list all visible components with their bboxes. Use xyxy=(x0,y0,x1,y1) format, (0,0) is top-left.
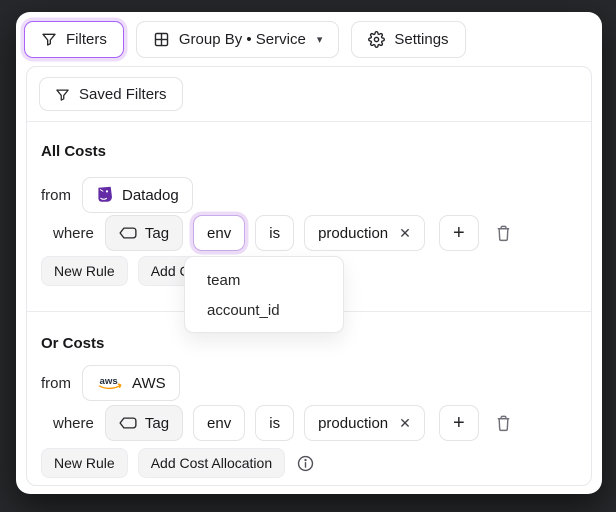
trash-icon[interactable] xyxy=(494,224,513,243)
tag-type-button[interactable]: Tag xyxy=(105,215,183,251)
provider-label: AWS xyxy=(132,375,166,392)
from-row: from aws AWS xyxy=(41,365,180,401)
from-row: from Datadog xyxy=(41,177,193,213)
add-condition-button[interactable]: + xyxy=(439,405,479,441)
add-cost-allocation-button[interactable]: Add Cost Allocation xyxy=(138,448,285,478)
tag-key-button[interactable]: env xyxy=(193,215,245,251)
tag-key-button[interactable]: env xyxy=(193,405,245,441)
divider xyxy=(27,121,591,122)
tag-value-label: production xyxy=(318,415,388,432)
filters-window: Filters Group By • Service ▾ Settings Sa… xyxy=(16,12,602,494)
gear-icon xyxy=(368,31,385,48)
toolbar: Filters Group By • Service ▾ Settings xyxy=(24,20,594,58)
operator-button[interactable]: is xyxy=(255,215,294,251)
tag-type-button[interactable]: Tag xyxy=(105,405,183,441)
tag-key-label: env xyxy=(207,225,231,242)
tag-key-label: env xyxy=(207,415,231,432)
trash-icon[interactable] xyxy=(494,414,513,433)
grid-icon xyxy=(153,31,170,48)
where-row: where Tag env is production ✕ + xyxy=(53,215,513,251)
from-label: from xyxy=(41,187,71,204)
where-label: where xyxy=(53,415,94,432)
settings-button[interactable]: Settings xyxy=(351,21,465,58)
provider-button-aws[interactable]: aws AWS xyxy=(82,365,180,401)
tag-type-label: Tag xyxy=(145,415,169,432)
from-label: from xyxy=(41,375,71,392)
filters-button[interactable]: Filters xyxy=(24,21,124,58)
operator-label: is xyxy=(269,225,280,242)
funnel-icon xyxy=(55,87,70,102)
info-icon[interactable] xyxy=(296,454,315,473)
dropdown-item-team[interactable]: team xyxy=(185,266,343,296)
aws-logo-text: aws xyxy=(100,376,118,387)
funnel-icon xyxy=(41,31,57,47)
rule-actions-row: New Rule Add Cost Allocation xyxy=(41,448,315,478)
provider-button-datadog[interactable]: Datadog xyxy=(82,177,193,213)
new-rule-button[interactable]: New Rule xyxy=(41,448,128,478)
group-by-button-label: Group By • Service xyxy=(179,31,306,48)
section-title-or-costs: Or Costs xyxy=(41,335,104,352)
new-rule-button[interactable]: New Rule xyxy=(41,256,128,286)
filters-button-label: Filters xyxy=(66,31,107,48)
tag-value-button[interactable]: production ✕ xyxy=(304,405,425,441)
aws-logo-icon: aws xyxy=(96,374,124,392)
tag-key-dropdown: team account_id xyxy=(184,256,344,333)
datadog-logo-icon xyxy=(96,186,114,204)
tag-value-label: production xyxy=(318,225,388,242)
add-condition-button[interactable]: + xyxy=(439,215,479,251)
provider-label: Datadog xyxy=(122,187,179,204)
close-icon[interactable]: ✕ xyxy=(399,415,411,432)
tag-icon xyxy=(119,416,137,430)
dropdown-item-account-id[interactable]: account_id xyxy=(185,296,343,326)
where-row: where Tag env is production ✕ + xyxy=(53,405,513,441)
saved-filters-label: Saved Filters xyxy=(79,86,167,103)
group-by-button[interactable]: Group By • Service ▾ xyxy=(136,21,340,58)
operator-button[interactable]: is xyxy=(255,405,294,441)
tag-value-button[interactable]: production ✕ xyxy=(304,215,425,251)
operator-label: is xyxy=(269,415,280,432)
tag-icon xyxy=(119,226,137,240)
filters-panel: Saved Filters All Costs from Datadog whe… xyxy=(26,66,592,486)
saved-filters-button[interactable]: Saved Filters xyxy=(39,77,183,111)
close-icon[interactable]: ✕ xyxy=(399,225,411,242)
tag-type-label: Tag xyxy=(145,225,169,242)
settings-button-label: Settings xyxy=(394,31,448,48)
chevron-down-icon: ▾ xyxy=(317,33,323,46)
where-label: where xyxy=(53,225,94,242)
section-title-all-costs: All Costs xyxy=(41,143,106,160)
